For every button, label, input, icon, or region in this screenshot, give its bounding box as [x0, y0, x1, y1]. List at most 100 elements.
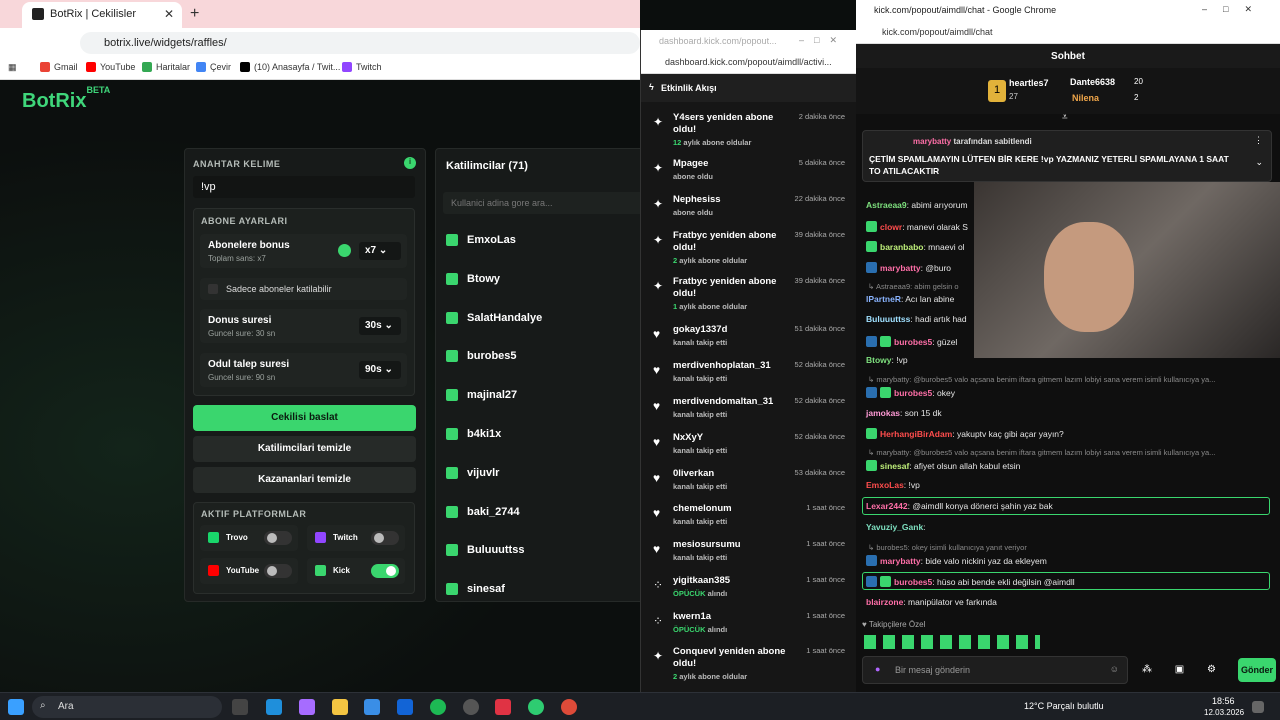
app2-icon[interactable]	[495, 699, 511, 715]
sub-only-checkbox[interactable]	[208, 284, 218, 294]
close-tab-icon[interactable]: ✕	[164, 7, 174, 21]
chat-username[interactable]: Astraeaa9	[866, 200, 907, 210]
bookmark-twitch[interactable]: Twitch	[342, 62, 382, 72]
mail-icon[interactable]	[397, 699, 413, 715]
chat-username[interactable]: burobes5	[894, 388, 932, 398]
kick-toggle[interactable]	[371, 564, 399, 578]
chat-tools-icons[interactable]: ⁂ ▣ ⚙	[1142, 664, 1226, 675]
activity-url[interactable]: dashboard.kick.com/popout/aimdll/activi.…	[641, 52, 856, 74]
bookmark-youtube[interactable]: YouTube	[86, 62, 135, 72]
emoji-icon[interactable]: ☺	[1110, 664, 1119, 674]
chat-username[interactable]: burobes5	[894, 337, 932, 347]
event-time: 1 saat önce	[806, 646, 845, 655]
copilot-icon[interactable]	[299, 699, 315, 715]
clock-time[interactable]: 18:56	[1212, 696, 1235, 706]
spotify-icon[interactable]	[430, 699, 446, 715]
chat-text: : manipülator ve farkında	[903, 597, 997, 607]
bookmark-gmail[interactable]: Gmail	[40, 62, 78, 72]
event-title: merdivendomaltan_31	[673, 396, 774, 407]
chat-text: : !vp	[903, 480, 920, 490]
app-icon[interactable]	[463, 699, 479, 715]
keyword-input[interactable]: !vp	[193, 176, 415, 198]
taskbar-search[interactable]: ⌕ Ara	[32, 696, 222, 718]
chat-username[interactable]: EmxoLas	[866, 480, 904, 490]
trovo-toggle[interactable]	[264, 531, 292, 545]
task-view-icon[interactable]	[232, 699, 248, 715]
emote-bar[interactable]	[864, 635, 1040, 649]
notification-icon[interactable]	[1252, 701, 1264, 713]
chat-username[interactable]: clowr	[880, 222, 902, 232]
leader-1: heartles7	[1009, 78, 1049, 88]
chat-url[interactable]: kick.com/popout/aimdll/chat	[856, 22, 1280, 44]
info-icon[interactable]: i	[404, 157, 416, 169]
youtube-toggle[interactable]	[264, 564, 292, 578]
chat-username[interactable]: baranbabo	[880, 242, 923, 252]
chat-username[interactable]: blairzone	[866, 597, 903, 607]
weather[interactable]: 12°C Parçalı bulutlu	[1024, 701, 1104, 711]
streamer-face	[1044, 222, 1134, 332]
sub-bonus-info-icon[interactable]	[338, 244, 351, 257]
sub-badge-icon	[880, 387, 891, 398]
clear-winners-button[interactable]: Kazananlari temizle	[193, 467, 416, 493]
youtube-icon	[208, 565, 219, 576]
bookmark-translate[interactable]: Çevir	[196, 62, 231, 72]
start-icon[interactable]	[8, 699, 24, 715]
chat-input[interactable]: ● Bir mesaj gönderin ☺	[862, 656, 1128, 684]
botrix-logo[interactable]: BotRixBETA	[22, 85, 110, 113]
chat-username[interactable]: marybatty	[880, 263, 921, 273]
chat-message: sinesaf: afiyet olsun allah kabul etsin	[866, 460, 1020, 471]
event-time: 53 dakika önce	[794, 468, 845, 477]
twitch-toggle[interactable]	[371, 531, 399, 545]
clear-participants-button[interactable]: Katilimcilari temizle	[193, 436, 416, 462]
pin-menu-icon[interactable]: ⋮	[1254, 135, 1263, 146]
chat-username[interactable]: Btowy	[866, 355, 892, 365]
bookmark-maps[interactable]: Haritalar	[142, 62, 190, 72]
participants-search[interactable]: Kullanici adina gore ara...	[443, 192, 640, 214]
chat-username[interactable]: HerhangiBirAdam	[880, 429, 952, 439]
event-title: yigitkaan385	[673, 575, 731, 586]
botrix-browser-window: BotRix | Cekilisler ✕ + ← → ↻ botrix.live…	[0, 0, 640, 692]
event-time: 1 saat önce	[806, 611, 845, 620]
claim-select[interactable]: 90s ⌄	[359, 361, 401, 379]
chat-username[interactable]: Yavuziy_Gank	[866, 522, 923, 532]
duration-select[interactable]: 30s ⌄	[359, 317, 401, 335]
event-detail: abone oldu	[673, 208, 713, 217]
scroll-down-icon[interactable]: ⩡	[1062, 112, 1068, 123]
chat-username[interactable]: marybatty	[880, 556, 921, 566]
chat-username[interactable]: Lexar2442	[866, 501, 908, 511]
edge-icon[interactable]	[266, 699, 282, 715]
event-icon: ⁘	[653, 614, 664, 628]
chat-window: kick.com/popout/aimdll/chat - Google Chr…	[856, 0, 1280, 692]
apps-icon[interactable]: ▦	[8, 62, 17, 73]
app3-icon[interactable]	[528, 699, 544, 715]
sub-bonus-select[interactable]: x7 ⌄	[359, 242, 401, 260]
event-title: merdivenhoplatan_31	[673, 360, 771, 371]
chat-text: : @aimdll konya dönerci şahin yaz bak	[907, 501, 1053, 511]
rank-1-icon: 1	[988, 80, 1006, 102]
duration-row: Donus suresi Guncel sure: 30 sn 30s ⌄	[200, 309, 407, 343]
chat-text: : manevi olarak S	[902, 222, 968, 232]
bookmark-x[interactable]: (10) Anasayfa / Twit...	[240, 62, 340, 72]
sub-settings-label: ABONE AYARLARI	[201, 216, 288, 226]
chat-text: : okey	[932, 388, 955, 398]
chat-username[interactable]: burobes5	[894, 577, 932, 587]
store-icon[interactable]	[364, 699, 380, 715]
chat-username[interactable]: sinesaf	[880, 461, 909, 471]
send-button[interactable]: Gönder	[1238, 658, 1276, 682]
event-title: chemelonum	[673, 503, 732, 514]
mic-icon[interactable]: ●	[875, 664, 880, 674]
event-title: kwern1a	[673, 611, 712, 622]
chrome-icon[interactable]	[561, 699, 577, 715]
url-field[interactable]: botrix.live/widgets/raffles/	[80, 32, 640, 54]
start-raffle-button[interactable]: Cekilisi baslat	[193, 405, 416, 431]
clock-date[interactable]: 12.03.2026	[1204, 708, 1244, 717]
tab-botrix[interactable]: BotRix | Cekilisler ✕	[22, 2, 182, 28]
chat-username[interactable]: Buluuuttss	[866, 314, 910, 324]
chat-username[interactable]: lPartneR	[866, 294, 901, 304]
sub-only-row[interactable]: Sadece aboneler katilabilir	[200, 278, 407, 300]
new-tab-icon[interactable]: +	[190, 5, 199, 23]
chat-username[interactable]: jamokas	[866, 408, 900, 418]
explorer-icon[interactable]	[332, 699, 348, 715]
event-time: 1 saat önce	[806, 503, 845, 512]
pin-collapse-icon[interactable]: ⌄	[1255, 157, 1263, 168]
